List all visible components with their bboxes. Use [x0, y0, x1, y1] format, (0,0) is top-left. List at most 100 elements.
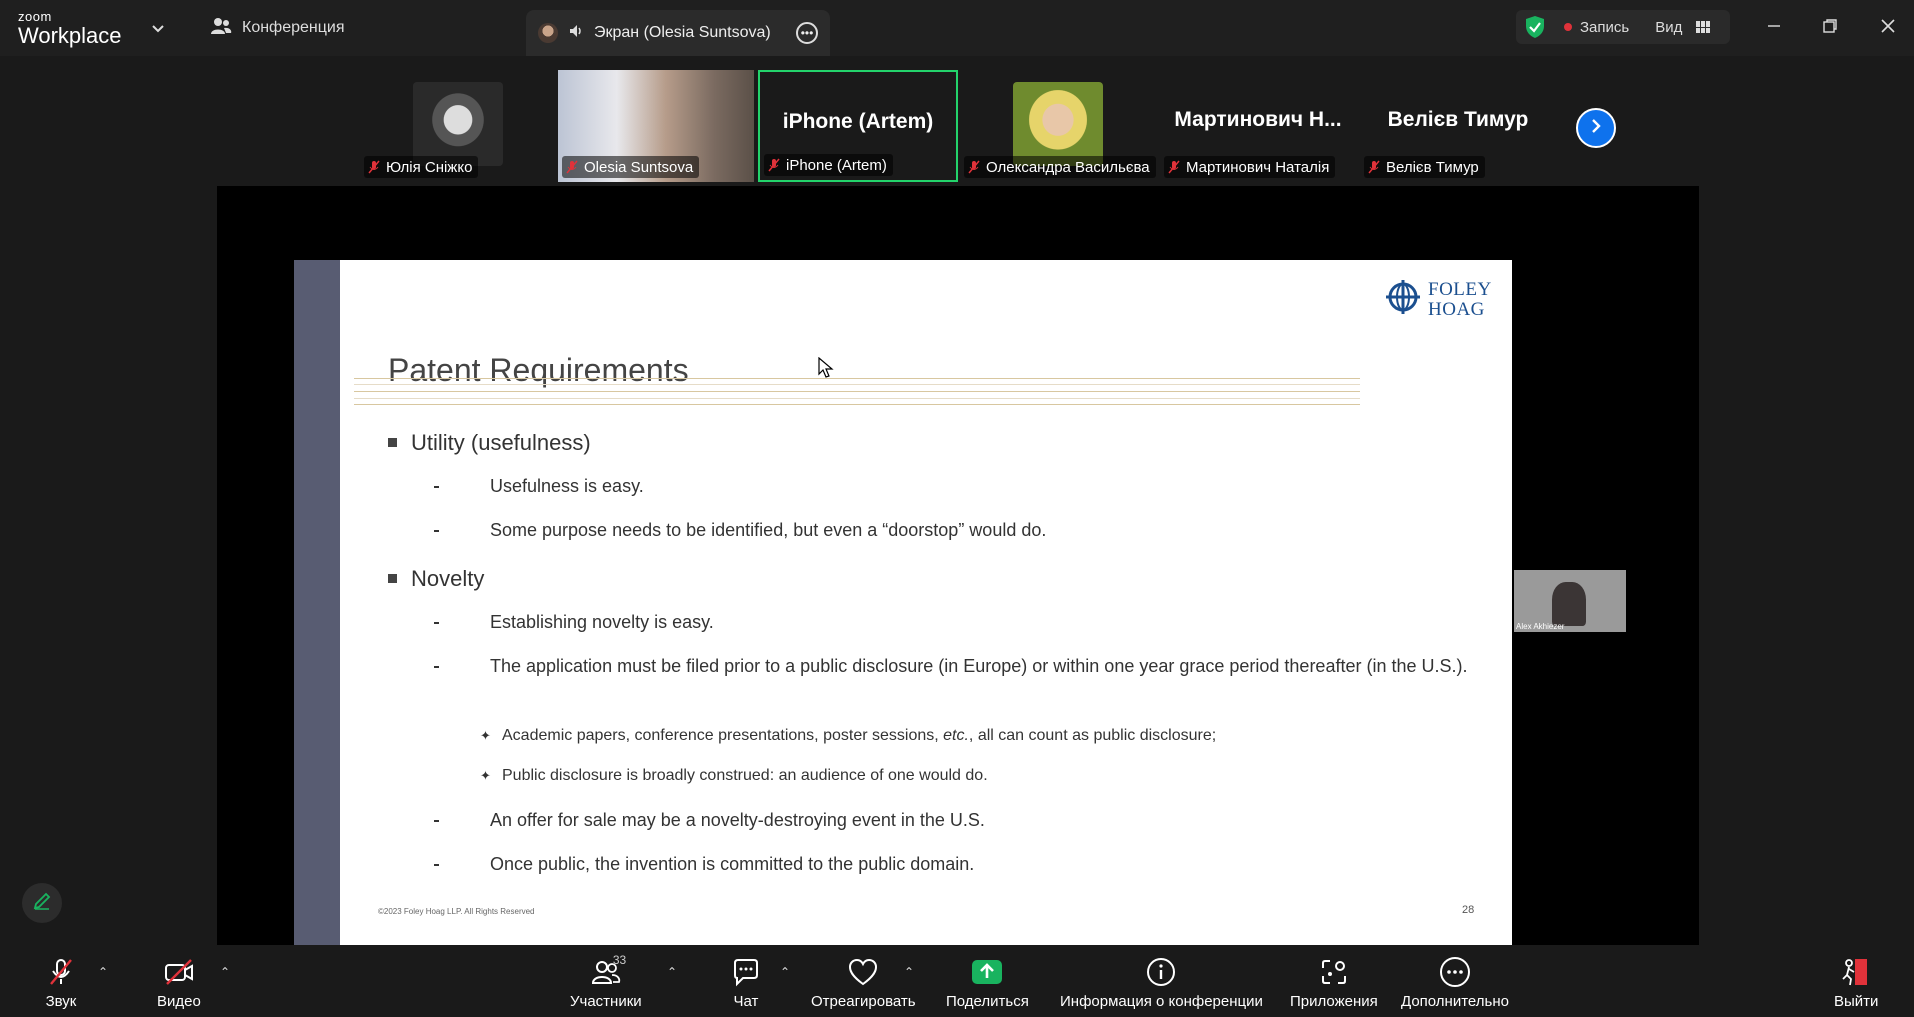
restore-icon[interactable] [1818, 14, 1842, 38]
apps-label: Приложения [1290, 993, 1378, 1010]
leave-door-icon [1839, 955, 1873, 989]
foley-hoag-logo: FOLEY HOAG [1384, 278, 1492, 321]
tab-screen-share[interactable]: Экран (Olesia Suntsova) ••• [526, 10, 830, 56]
zoom-window: zoom Workplace Конференция Экран (Olesia… [0, 0, 1914, 1017]
leave-label: Выйти [1834, 993, 1879, 1010]
chevron-up-icon[interactable]: ⌃ [220, 965, 230, 979]
slide-page-number: 28 [1462, 904, 1475, 916]
title-rule [354, 378, 1360, 379]
bullet-level1: Novelty [388, 566, 484, 592]
bullet-text: Public disclosure is broadly construed: … [502, 767, 988, 784]
speaker-icon [568, 23, 584, 44]
participant-name-tag: Олександра Васильєва [964, 156, 1156, 178]
logo-line2: HOAG [1428, 298, 1485, 320]
participants-icon: 33 [589, 953, 626, 989]
tab-meeting-label: Конференция [242, 19, 345, 36]
bullet-text: Some purpose needs to be identified, but… [490, 520, 1047, 540]
close-icon[interactable] [1876, 14, 1900, 38]
chat-button[interactable]: Чат [729, 955, 763, 1010]
bullet-text: Utility (usefulness) [411, 430, 591, 455]
chevron-up-icon[interactable]: ⌃ [667, 965, 677, 979]
shield-icon[interactable] [1524, 15, 1546, 39]
brand-zoom-text: zoom [18, 9, 52, 24]
info-label: Информация о конференции [1060, 993, 1263, 1010]
view-label[interactable]: Вид [1655, 19, 1682, 36]
participant-photo [1013, 82, 1103, 166]
chevron-up-icon[interactable]: ⌃ [98, 965, 108, 979]
audio-label: Звук [45, 993, 77, 1010]
participant-tile[interactable]: Юлія Сніжко [360, 70, 556, 182]
bullet-text: Once public, the invention is committed … [490, 854, 975, 874]
title-rule [354, 404, 1360, 405]
chevron-down-icon[interactable] [148, 18, 168, 38]
bullet-text: Novelty [411, 566, 485, 591]
participant-display-name: Велієв Тимур [1387, 108, 1529, 131]
participant-name: iPhone (Artem) [786, 156, 887, 174]
gallery-next-button[interactable] [1576, 108, 1616, 148]
video-gallery-strip: Юлія Сніжко Olesia Suntsova iPhone (Arte… [0, 56, 1914, 186]
participant-tile-active-speaker[interactable]: iPhone (Artem) iPhone (Artem) [758, 70, 958, 182]
bullet-text: The application must be filed prior to a… [490, 656, 1468, 676]
video-off-icon [162, 955, 196, 989]
bullet-text: Usefulness is easy. [490, 476, 644, 496]
participants-icon [210, 16, 232, 41]
chevron-up-icon[interactable]: ⌃ [780, 965, 790, 979]
participant-name-tag: Юлія Сніжко [364, 156, 479, 178]
record-label[interactable]: Запись [1580, 19, 1629, 36]
participant-tile[interactable]: Велієв Тимур Велієв Тимур [1360, 70, 1556, 182]
square-bullet-icon [388, 573, 397, 583]
more-button[interactable]: Дополнительно [1401, 955, 1509, 1010]
participant-tile[interactable]: Мартинович Н... Мартинович Наталія [1160, 70, 1356, 182]
floating-video-thumbnail[interactable]: Alex Akhiezer [1514, 570, 1626, 632]
apps-icon [1317, 955, 1351, 989]
participant-name-tag: Мартинович Наталія [1164, 156, 1336, 178]
grid-icon[interactable] [1696, 21, 1711, 33]
more-label: Дополнительно [1401, 993, 1509, 1010]
mic-off-icon [44, 955, 78, 989]
share-button[interactable]: Поделиться [946, 955, 1029, 1010]
meeting-toolbar: Звук ⌃ Видео ⌃ 33 Участники ⌃ Чат ⌃ Отре… [0, 945, 1914, 1017]
tab-meeting[interactable]: Конференция [210, 16, 345, 40]
leave-button[interactable]: Выйти [1834, 955, 1878, 1010]
mic-off-icon [1366, 159, 1382, 175]
participant-tile[interactable]: Олександра Васильєва [960, 70, 1156, 182]
participant-name: Велієв Тимур [1386, 158, 1479, 176]
more-icon[interactable]: ••• [796, 22, 818, 44]
participant-name-tag: Велієв Тимур [1364, 156, 1485, 178]
annotate-button[interactable] [22, 883, 62, 923]
foley-hoag-logo-icon [1384, 278, 1422, 321]
meeting-info-button[interactable]: Информация о конференции [1060, 955, 1263, 1010]
bullet-level1: Utility (usefulness) [388, 430, 591, 456]
participant-name: Olesia Suntsova [584, 158, 694, 176]
participant-name-tag: Olesia Suntsova [562, 156, 700, 178]
participant-display-name: Мартинович Н... [1174, 108, 1342, 131]
participant-tile[interactable]: Olesia Suntsova [558, 70, 754, 182]
chevron-up-icon[interactable]: ⌃ [904, 965, 914, 979]
participants-button[interactable]: 33 Участники [570, 953, 642, 1010]
mic-off-icon [1166, 159, 1182, 175]
zoom-brand[interactable]: zoom Workplace [18, 10, 122, 47]
bullet-level3: ✦ Public disclosure is broadly construed:… [480, 767, 988, 785]
star-bullet-icon: ✦ [480, 728, 491, 743]
video-button[interactable]: Видео [157, 955, 201, 1010]
audio-button[interactable]: Звук [44, 955, 78, 1010]
share-label: Поделиться [946, 993, 1029, 1010]
react-button[interactable]: Отреагировать [811, 955, 916, 1010]
bullet-text-em: etc. [943, 727, 969, 744]
chat-label: Чат [733, 993, 759, 1010]
title-rule [354, 398, 1360, 399]
minimize-icon[interactable] [1762, 14, 1786, 38]
participant-name: Юлія Сніжко [386, 158, 473, 176]
react-label: Отреагировать [811, 993, 916, 1010]
presentation-slide: FOLEY HOAG Patent Requirements Utility (… [294, 260, 1512, 945]
slide-footer: ©2023 Foley Hoag LLP. All Rights Reserve… [378, 907, 535, 916]
record-dot-icon [1564, 23, 1572, 31]
apps-button[interactable]: Приложения [1290, 955, 1378, 1010]
mic-off-icon [366, 159, 382, 175]
info-icon [1144, 955, 1178, 989]
share-arrow-icon [970, 955, 1004, 989]
video-label: Видео [157, 993, 201, 1010]
mic-off-icon [766, 157, 782, 173]
bullet-text: Academic papers, conference presentation… [502, 727, 944, 744]
star-bullet-icon: ✦ [480, 768, 491, 783]
